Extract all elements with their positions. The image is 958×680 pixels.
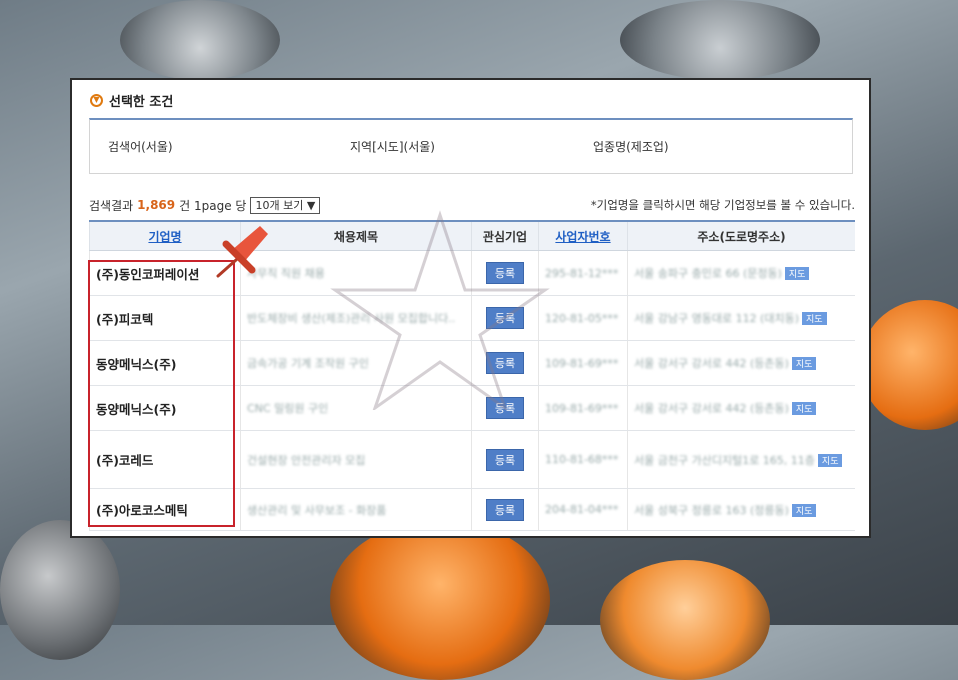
interest-cell: 등록 bbox=[471, 488, 539, 531]
address-cell: 서울 금천구 가산디지털1로 165, 11층 지도 bbox=[627, 430, 855, 489]
address-cell: 서울 성북구 정릉로 163 (정릉동) 지도 bbox=[627, 488, 855, 531]
address-text: 서울 금천구 가산디지털1로 165, 11층 bbox=[634, 453, 815, 467]
address-text: 서울 송파구 충민로 66 (문정동) bbox=[634, 267, 782, 280]
address-cell: 서울 강서구 강서로 442 (등촌동) 지도 bbox=[627, 340, 855, 386]
background-knob bbox=[620, 0, 820, 80]
register-button[interactable]: 등록 bbox=[485, 498, 525, 521]
business-number: 110-81-68*** bbox=[538, 430, 628, 489]
background-knob bbox=[860, 300, 958, 430]
background-knob bbox=[600, 560, 770, 680]
condition-keyword: 검색어(서울) bbox=[108, 140, 173, 154]
address-text: 서울 강남구 영동대로 112 (대치동) bbox=[634, 312, 800, 325]
register-button[interactable]: 등록 bbox=[485, 448, 525, 471]
condition-region: 지역[시도](서울) bbox=[350, 140, 435, 154]
result-count: 1,869 bbox=[137, 198, 176, 212]
map-tag[interactable]: 지도 bbox=[802, 312, 827, 325]
address-text: 서울 성북구 정릉로 163 (정릉동) bbox=[634, 503, 789, 517]
highlight-box bbox=[88, 260, 235, 527]
map-tag[interactable]: 지도 bbox=[791, 503, 817, 517]
map-tag[interactable]: 지도 bbox=[784, 267, 810, 280]
page-size-select[interactable]: 10개 보기 ▼ bbox=[250, 196, 321, 214]
business-number: 120-81-05*** bbox=[538, 295, 628, 341]
background-knob bbox=[330, 520, 550, 680]
interest-cell: 등록 bbox=[471, 430, 539, 489]
pushpin-icon bbox=[216, 226, 268, 278]
address-cell: 서울 강남구 영동대로 112 (대치동) 지도 bbox=[627, 295, 855, 341]
business-number: 109-81-69*** bbox=[538, 385, 628, 431]
result-suffix: 건 1page 당 bbox=[179, 198, 247, 213]
business-number: 109-81-69*** bbox=[538, 340, 628, 386]
job-title[interactable]: 건설현장 안전관리자 모집 bbox=[240, 430, 472, 489]
conditions-box: 검색어(서울) 지역[시도](서울) 업종명(제조업) bbox=[89, 118, 853, 174]
background-knob bbox=[120, 0, 280, 80]
conditions-header: ▼ 선택한 조건 bbox=[90, 90, 173, 110]
background-knob bbox=[0, 520, 120, 660]
address-text: 서울 강서구 강서로 442 (등촌동) bbox=[634, 402, 789, 415]
map-tag[interactable]: 지도 bbox=[791, 402, 817, 415]
conditions-title: 선택한 조건 bbox=[109, 94, 174, 110]
job-title[interactable]: 생산관리 및 사무보조 - 화장품 bbox=[240, 488, 472, 531]
address-cell: 서울 강서구 강서로 442 (등촌동) 지도 bbox=[627, 385, 855, 431]
header-address: 주소(도로명주소) bbox=[627, 220, 855, 251]
address-text: 서울 강서구 강서로 442 (등촌동) bbox=[634, 357, 789, 370]
header-business-number[interactable]: 사업자번호 bbox=[538, 220, 628, 251]
condition-industry: 업종명(제조업) bbox=[593, 140, 669, 154]
star-watermark bbox=[330, 210, 550, 410]
address-cell: 서울 송파구 충민로 66 (문정동) 지도 bbox=[627, 250, 855, 296]
chevron-down-icon[interactable]: ▼ bbox=[90, 93, 103, 107]
result-hint: *기업명을 클릭하시면 해당 기업정보를 볼 수 있습니다. bbox=[590, 198, 855, 212]
business-number: 295-81-12*** bbox=[538, 250, 628, 296]
map-tag[interactable]: 지도 bbox=[791, 357, 817, 370]
result-prefix: 검색결과 bbox=[89, 198, 134, 213]
business-number: 204-81-04*** bbox=[538, 488, 628, 531]
map-tag[interactable]: 지도 bbox=[817, 453, 843, 467]
